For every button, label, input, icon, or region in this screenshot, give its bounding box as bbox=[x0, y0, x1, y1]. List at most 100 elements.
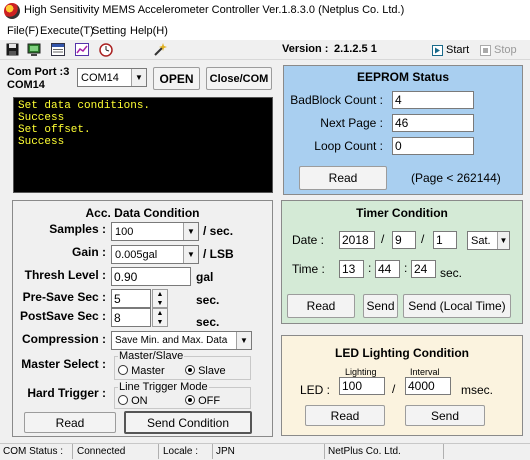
app-logo-icon bbox=[4, 3, 20, 19]
trigger-on-radio[interactable]: ON bbox=[118, 395, 148, 407]
gain-value: 0.005gal bbox=[115, 248, 158, 261]
magic-wand-icon[interactable] bbox=[152, 42, 168, 57]
presave-stepper[interactable]: ▲ ▼ bbox=[152, 289, 168, 308]
list-icon[interactable] bbox=[50, 42, 66, 57]
down-icon: ▼ bbox=[156, 300, 164, 307]
lighting-label: Lighting bbox=[345, 367, 377, 377]
chart-icon[interactable] bbox=[74, 42, 90, 57]
samples-unit: / sec. bbox=[203, 224, 234, 238]
open-button[interactable]: OPEN bbox=[153, 67, 200, 90]
locale-label: Locale : bbox=[163, 446, 199, 457]
page-limit-note: (Page < 262144) bbox=[411, 171, 501, 185]
master-slave-group-title: Master/Slave bbox=[118, 350, 185, 362]
console-line: Success bbox=[18, 136, 65, 148]
menu-help[interactable]: Help(H) bbox=[130, 25, 168, 37]
second-field[interactable]: 24 bbox=[411, 260, 436, 278]
trigger-off-label: OFF bbox=[198, 395, 221, 407]
weekday-value: Sat. bbox=[471, 234, 491, 247]
acc-read-button[interactable]: Read bbox=[24, 412, 116, 433]
com-port-select[interactable]: COM14 ▼ bbox=[77, 68, 147, 87]
trigger-off-radio[interactable]: OFF bbox=[185, 395, 220, 407]
eeprom-read-button[interactable]: Read bbox=[299, 166, 387, 190]
chevron-down-icon: ▼ bbox=[131, 69, 146, 86]
badblock-label: BadBlock Count : bbox=[290, 93, 383, 107]
led-title: LED Lighting Condition bbox=[335, 346, 469, 360]
timer-send-button[interactable]: Send bbox=[363, 294, 398, 318]
version-value: 2.1.2.5 1 bbox=[334, 43, 377, 55]
console-line: Set offset. bbox=[18, 124, 91, 136]
date-separator: / bbox=[381, 232, 385, 246]
status-divider bbox=[443, 444, 444, 459]
start-button[interactable]: Start bbox=[432, 41, 469, 59]
radio-unselected-icon bbox=[118, 395, 128, 405]
monitor-icon[interactable] bbox=[26, 42, 42, 57]
locale-value: JPN bbox=[216, 446, 235, 457]
year-field[interactable]: 2018 bbox=[339, 231, 375, 249]
led-read-button[interactable]: Read bbox=[305, 405, 385, 426]
acc-title: Acc. Data Condition bbox=[85, 206, 200, 220]
thresh-field[interactable]: 0.90 bbox=[111, 267, 191, 286]
samples-label: Samples : bbox=[49, 222, 106, 236]
stop-button[interactable]: Stop bbox=[480, 41, 517, 59]
version-label: Version : bbox=[282, 43, 329, 55]
slave-radio[interactable]: Slave bbox=[185, 365, 226, 377]
clock-icon[interactable] bbox=[98, 42, 114, 57]
save-icon[interactable] bbox=[4, 42, 20, 57]
led-label: LED : bbox=[300, 383, 331, 397]
up-icon: ▲ bbox=[156, 291, 164, 298]
postsave-field[interactable]: 8 bbox=[111, 308, 151, 327]
send-condition-button[interactable]: Send Condition bbox=[124, 411, 252, 434]
date-label: Date : bbox=[292, 233, 325, 247]
samples-select[interactable]: 100 ▼ bbox=[111, 222, 199, 241]
interval-field[interactable]: 4000 bbox=[405, 377, 451, 395]
timer-read-button[interactable]: Read bbox=[287, 294, 355, 318]
eeprom-title: EEPROM Status bbox=[356, 70, 449, 84]
loopcount-field[interactable]: 0 bbox=[392, 137, 474, 155]
interval-label: Interval bbox=[410, 367, 440, 377]
weekday-select[interactable]: Sat. ▼ bbox=[467, 231, 510, 250]
slave-radio-label: Slave bbox=[198, 365, 226, 377]
day-field[interactable]: 1 bbox=[433, 231, 457, 249]
hour-field[interactable]: 13 bbox=[339, 260, 364, 278]
minute-field[interactable]: 44 bbox=[375, 260, 400, 278]
stop-label: Stop bbox=[494, 44, 517, 56]
nextpage-field[interactable]: 46 bbox=[392, 114, 474, 132]
company-name: NetPlus Co. Ltd. bbox=[328, 446, 401, 457]
compression-select[interactable]: Save Min. and Max. Data ▼ bbox=[111, 331, 252, 350]
status-divider bbox=[212, 444, 213, 459]
postsave-stepper[interactable]: ▲ ▼ bbox=[152, 308, 168, 327]
master-radio-label: Master bbox=[131, 365, 165, 377]
compression-value: Save Min. and Max. Data bbox=[115, 335, 228, 346]
loopcount-label: Loop Count : bbox=[314, 139, 383, 153]
time-separator: : bbox=[404, 261, 408, 275]
com-port-select-value: COM14 bbox=[81, 71, 119, 84]
console-line: Set data conditions. bbox=[18, 100, 151, 112]
presave-field[interactable]: 5 bbox=[111, 289, 151, 308]
thresh-unit: gal bbox=[196, 270, 214, 284]
badblock-field[interactable]: 4 bbox=[392, 91, 474, 109]
close-com-button[interactable]: Close/COM bbox=[206, 67, 272, 90]
chevron-down-icon: ▼ bbox=[183, 246, 198, 263]
nextpage-label: Next Page : bbox=[320, 116, 383, 130]
lighting-field[interactable]: 100 bbox=[339, 377, 385, 395]
led-send-button[interactable]: Send bbox=[405, 405, 485, 426]
chevron-down-icon: ▼ bbox=[183, 223, 198, 240]
timer-title: Timer Condition bbox=[356, 206, 448, 220]
date-separator: / bbox=[421, 232, 425, 246]
menu-setting[interactable]: Setting bbox=[92, 25, 126, 37]
led-separator: / bbox=[392, 382, 396, 396]
radio-selected-icon bbox=[185, 395, 195, 405]
month-field[interactable]: 9 bbox=[392, 231, 416, 249]
hard-trigger-label: Hard Trigger : bbox=[27, 386, 106, 400]
com-status-label: COM Status : bbox=[3, 446, 64, 457]
status-divider bbox=[324, 444, 325, 459]
master-radio[interactable]: Master bbox=[118, 365, 165, 377]
com-port-label: Com Port :3 COM14 bbox=[7, 66, 69, 92]
gain-select[interactable]: 0.005gal ▼ bbox=[111, 245, 199, 264]
chevron-down-icon: ▼ bbox=[236, 332, 251, 349]
menu-execute[interactable]: Execute(T) bbox=[40, 25, 94, 37]
menu-file[interactable]: File(F) bbox=[7, 25, 39, 37]
com-port-number: Com Port :3 bbox=[7, 66, 70, 78]
start-label: Start bbox=[446, 44, 470, 56]
send-local-time-button[interactable]: Send (Local Time) bbox=[403, 294, 511, 318]
